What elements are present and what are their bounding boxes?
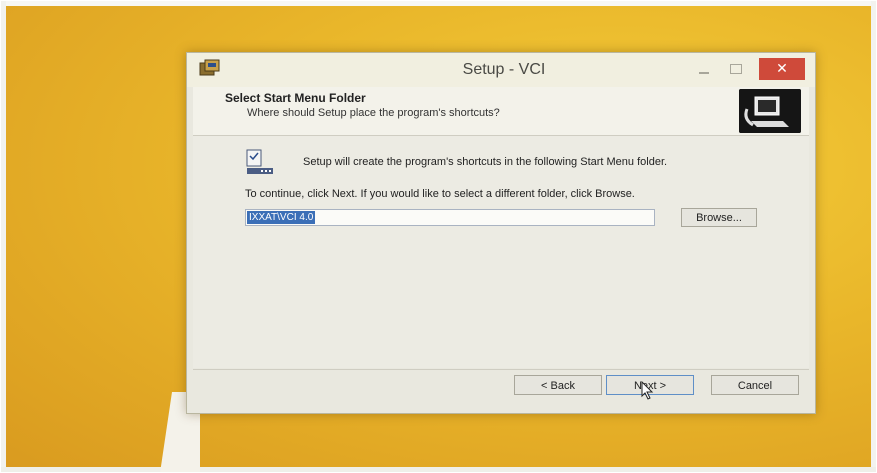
info-text: Setup will create the program's shortcut…: [303, 156, 668, 168]
title-bar[interactable]: Setup - VCI ✕: [187, 53, 815, 87]
instruction-text: To continue, click Next. If you would li…: [245, 188, 635, 200]
start-menu-folder-input[interactable]: IXXAT\VCI 4.0: [245, 209, 655, 226]
photo-edge-bottom: [0, 467, 877, 473]
header-panel: Select Start Menu Folder Where should Se…: [193, 87, 809, 136]
photo-edge-right: [871, 0, 877, 473]
page-title: Select Start Menu Folder: [225, 91, 366, 105]
setup-window: Setup - VCI ✕ Select Start Menu Folder W…: [186, 52, 816, 414]
start-menu-folder-icon: [246, 149, 273, 174]
window-title: Setup - VCI: [462, 61, 546, 78]
minimize-button[interactable]: [693, 60, 715, 78]
maximize-button[interactable]: [725, 60, 747, 78]
cancel-button[interactable]: Cancel: [711, 375, 799, 395]
page-subtitle: Where should Setup place the program's s…: [247, 107, 500, 119]
back-button[interactable]: < Back: [514, 375, 602, 395]
computer-setup-icon: [739, 89, 801, 133]
mouse-pointer-icon: [641, 381, 654, 400]
footer-divider: [193, 369, 809, 370]
close-icon: ✕: [776, 61, 788, 77]
photo-edge-top: [0, 0, 877, 6]
close-button[interactable]: ✕: [759, 58, 805, 80]
photo-edge-left: [0, 0, 6, 473]
folder-input-value: IXXAT\VCI 4.0: [247, 211, 316, 224]
browse-button[interactable]: Browse...: [681, 208, 757, 227]
content-area: Setup will create the program's shortcut…: [193, 136, 809, 368]
